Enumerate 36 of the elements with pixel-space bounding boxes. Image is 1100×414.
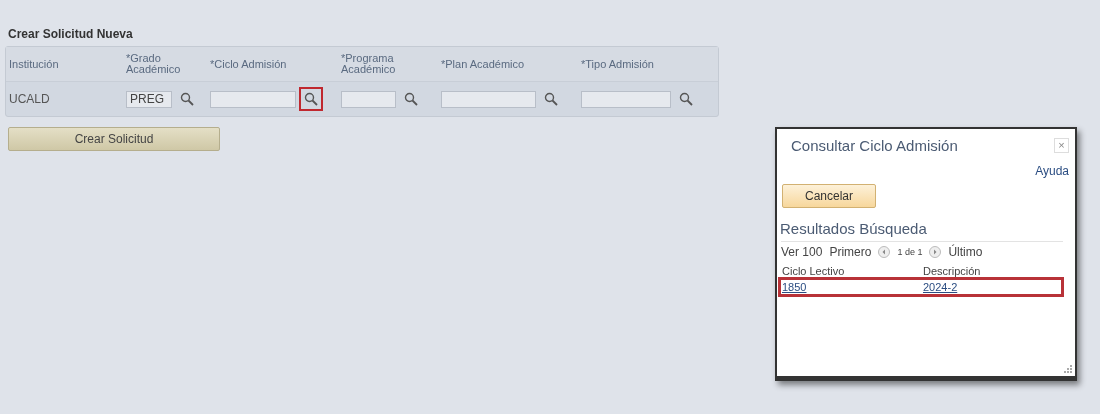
column-header: Descripción — [921, 264, 1062, 279]
last-link[interactable]: Último — [948, 245, 983, 259]
column-header: *Plan Académico — [441, 58, 525, 70]
column-header: *Grado Académico — [126, 53, 182, 75]
help-link[interactable]: Ayuda — [1035, 164, 1069, 178]
search-icon[interactable] — [404, 92, 418, 106]
input-field[interactable]: PREG — [126, 90, 172, 108]
search-icon[interactable] — [679, 92, 693, 106]
column-header: *Ciclo Admisión — [210, 58, 287, 70]
search-icon[interactable] — [180, 92, 194, 106]
result-link[interactable]: 2024-2 — [923, 281, 958, 293]
input-field[interactable] — [581, 90, 671, 108]
result-link[interactable]: 1850 — [782, 281, 807, 293]
first-link[interactable]: Primero — [829, 245, 872, 259]
previous-icon[interactable] — [878, 246, 891, 258]
cancel-button[interactable]: Cancelar — [782, 184, 876, 208]
column-header: Institución — [9, 58, 59, 70]
cell-text: UCALD — [9, 92, 50, 106]
column-header: Ciclo Lectivo — [780, 264, 921, 279]
input-field[interactable] — [341, 90, 396, 108]
search-icon[interactable] — [304, 92, 318, 106]
input-field[interactable] — [441, 90, 536, 108]
column-header: *Programa Académico — [341, 53, 397, 75]
resize-grip-icon[interactable] — [1064, 365, 1072, 373]
view-all-link[interactable]: Ver 100 — [781, 245, 823, 259]
close-button[interactable]: × — [1054, 138, 1069, 153]
highlighted-row[interactable]: 1850 2024-2 — [780, 278, 1062, 295]
create-request-button[interactable]: Crear Solicitud — [8, 127, 220, 151]
next-icon[interactable] — [929, 246, 942, 258]
section-title: Crear Solicitud Nueva — [8, 27, 133, 41]
column-header: *Tipo Admisión — [581, 58, 654, 70]
search-icon[interactable] — [544, 92, 558, 106]
results-title: Resultados Búsqueda — [780, 220, 927, 237]
input-field[interactable] — [210, 90, 296, 108]
dialog-title: Consultar Ciclo Admisión — [791, 137, 958, 154]
page-count: 1 de 1 — [897, 247, 923, 257]
